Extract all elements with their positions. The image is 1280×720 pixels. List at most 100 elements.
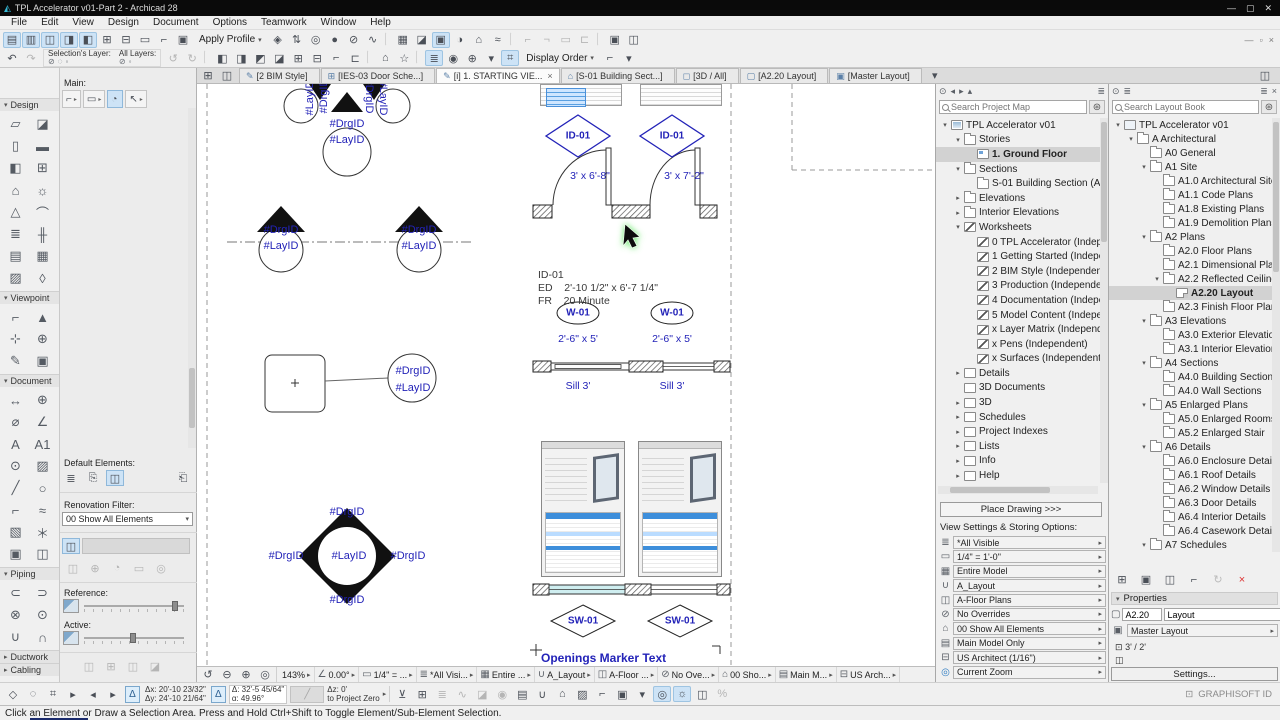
expand-arrow-icon[interactable]: ▸ [953,472,963,480]
regenerate-icon[interactable]: ↻ [183,50,201,66]
pipe-transition-tool[interactable]: ∪ [2,626,29,648]
detail-tool[interactable]: ⊕ [29,328,56,350]
trace-menu-icon[interactable]: ▾ [482,50,500,66]
menu-item[interactable]: Design [101,17,146,28]
snap-grid-icon[interactable]: ⊟ [117,32,135,48]
tree-item[interactable]: x Pens (Independent) [936,337,1100,352]
roof-tool[interactable]: △ [2,201,29,223]
zoom-level[interactable]: 143% ▸ [277,667,315,682]
extras-icon[interactable]: ⌐ [601,50,619,66]
view-tab[interactable]: ◻ [3D / All] [675,68,739,83]
profile-manager-icon[interactable]: ▦ [394,32,412,48]
overrides[interactable]: ⊘ No Ove... ▸ [658,667,720,682]
tree-item[interactable]: x Surfaces (Independent) [936,352,1100,367]
copy-icon[interactable]: ◧ [213,50,231,66]
expand-arrow-icon[interactable]: ▸ [953,399,963,407]
layer-combination-icon[interactable]: ≣ *All Visible ▸ [938,536,1106,549]
toolbox-section-cabling[interactable]: ▸ Cabling [0,663,59,676]
tree-item[interactable]: x Layer Matrix (Independent) [936,322,1100,337]
stair-tool[interactable]: ≣ [2,223,29,245]
tree-item[interactable]: A6.1 Roof Details [1109,468,1272,482]
grid-icon[interactable]: ⊞ [413,686,431,702]
hotspot-tool[interactable]: ＊ [29,521,56,543]
model-view-options-icon[interactable]: ◫ A-Floor Plans ▸ [938,593,1106,607]
railing-tool[interactable]: ╫ [29,223,56,245]
scale[interactable]: ▭ 1/4" = ... ▸ [359,667,417,682]
orientation[interactable]: ∠ 0.00° ▸ [315,667,360,682]
sun-icon[interactable]: ☼ [673,686,692,702]
menu-item[interactable]: View [65,17,101,28]
active-opacity-slider[interactable] [84,632,184,644]
label-tool[interactable]: A1 [29,433,56,455]
expand-arrow-icon[interactable]: ▸ [953,194,963,202]
rotate-view-icon[interactable]: ◔ [108,560,126,576]
trace-splitter-icon[interactable]: ⊞ [102,658,120,674]
zoom-window-icon[interactable]: ◎ [256,667,274,682]
hide-layer-icon[interactable]: ⊘ [48,58,55,66]
wall-tool[interactable]: ▱ [2,113,29,135]
tree-item[interactable]: A6.4 Casework Details [1109,524,1272,538]
trace-switch-icon[interactable]: ◫ [80,658,98,674]
marker-tool[interactable]: ⊙ [2,455,29,477]
minimize-button[interactable]: — [1227,3,1236,14]
elevation-readout[interactable]: Δz: 0' to Project Zero ▸ [327,685,386,703]
layout-id-field[interactable] [1122,608,1163,621]
master-layout-value[interactable]: Master Layout [1131,626,1188,636]
tree-item[interactable]: ▸ Help [936,468,1100,483]
tree-item[interactable]: 0 TPL Accelerator (Independent) [936,235,1100,250]
expand-arrow-icon[interactable]: ▾ [953,136,963,144]
home-story-icon[interactable]: ⌂ [376,50,394,66]
lasso-icon[interactable]: ◌ [24,686,42,702]
new-drawing-icon[interactable]: ◫ [1161,572,1179,587]
document-window-icon[interactable]: ▣ [606,32,624,48]
toolbar-icon[interactable] [509,31,516,46]
expand-arrow-icon[interactable]: ▸ [953,369,963,377]
transfer-settings-icon[interactable]: ⎗ [174,470,192,486]
partial-structure[interactable]: ▤ Main M... ▸ [776,667,837,682]
expand-arrow-icon[interactable]: ▸ [953,209,963,217]
section-tool[interactable]: ⌐ [2,306,29,328]
undo-icon[interactable]: ↶ [3,50,21,66]
tree-item[interactable]: A2.20 Layout [1109,286,1272,300]
relative-coords-toggle[interactable]: Δ [125,685,140,703]
trace-settings-icon[interactable]: ◉ [444,50,462,66]
close-button[interactable]: ✕ [1264,3,1272,14]
rotate-icon[interactable]: ⊞ [289,50,307,66]
pipe-straight-tool[interactable]: ⊂ [2,582,29,604]
unlock-all-layers-icon[interactable]: ◦ [129,58,132,66]
render-icon[interactable]: ◎ [653,686,672,702]
layout-page-icon[interactable]: ◫ [62,538,80,554]
zoom-out-icon[interactable]: ⊖ [218,667,236,682]
tree-item[interactable]: A5.0 Enlarged Rooms [1109,412,1272,426]
pin-icon[interactable]: ⊙ [1112,86,1120,97]
column-default-icon[interactable]: ◫ [106,470,124,486]
tree-item[interactable]: ▸ Interior Elevations [936,205,1100,221]
rebuild-icon[interactable]: ↺ [164,50,182,66]
align-icon[interactable]: ⌐ [519,32,537,48]
expand-arrow-icon[interactable]: ▾ [1139,359,1149,367]
tree-item[interactable]: 4 Documentation (Independent) [936,293,1100,308]
back-icon[interactable]: ◂ [951,86,956,97]
camera-icon[interactable]: ▣ [613,686,631,702]
tree-item[interactable]: ▸ Elevations [936,191,1100,206]
model-view[interactable]: ◫ A-Floor ... ▸ [595,667,659,682]
curtain-wall-tool[interactable]: ▤ [2,245,29,267]
pipe-tee-tool[interactable]: ⊗ [2,604,29,626]
expand-arrow-icon[interactable]: ▸ [953,442,963,450]
split-view-icon[interactable]: ◫ [218,68,236,84]
tree-item[interactable]: A1.9 Demolition Plans [1109,216,1272,230]
expand-arrow-icon[interactable]: ▾ [953,165,963,173]
slope-button[interactable]: ╱ [290,685,325,703]
trace-reference-icon[interactable]: ≣ [425,50,444,66]
quick-layers-icon[interactable]: ◑ [451,32,469,48]
pipe-valve-tool[interactable]: ⊙ [29,604,56,626]
tree-item[interactable]: 3 Production (Independent) [936,279,1100,294]
tree-item[interactable]: A1.1 Code Plans [1109,188,1272,202]
expand-arrow-icon[interactable]: ▾ [1126,135,1136,143]
tree-item[interactable]: A6.3 Door Details [1109,496,1272,510]
gear-icon[interactable]: ⊛ [1261,100,1277,114]
tree-item[interactable]: ▸ Info [936,454,1100,469]
menu-item[interactable]: Teamwork [254,17,314,28]
parameter-transfer-icon[interactable]: ⇅ [288,32,306,48]
menu-item[interactable]: File [4,17,34,28]
